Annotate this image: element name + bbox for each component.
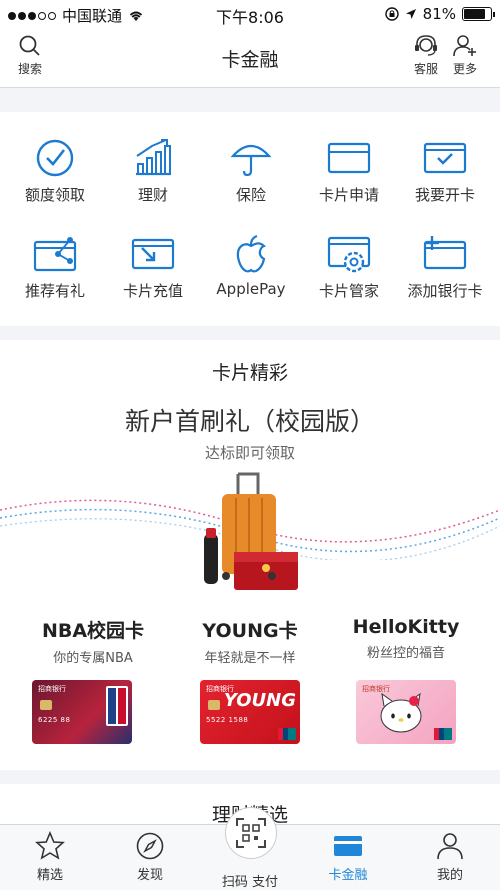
service-card-activate[interactable]: 我要开卡 [395,138,495,205]
card-arrow-icon [131,238,175,270]
card-desc: 年轻就是不一样 [204,651,296,666]
card-desc: 粉丝控的福音 [366,646,445,661]
nba-card-item[interactable]: NBA校园卡 你的专属NBA [13,616,173,666]
star-icon [35,831,65,860]
service-label: ApplePay [216,280,286,298]
card-icon [334,836,362,856]
nba-card-image[interactable]: 招商银行 6225 88 [32,680,132,744]
rotation-lock-icon [384,7,399,21]
battery-percent: 81% [422,5,456,23]
bank-logo-text: 招商银行 [38,685,66,693]
tab-label: 我的 [436,868,463,883]
tab-label: 发现 [136,868,163,883]
service-label: 理财 [137,186,168,204]
scan-icon [236,818,266,848]
service-quota-claim[interactable]: 额度领取 [5,138,105,205]
card-icon [327,142,371,174]
tab-discover[interactable]: 发现 [110,831,190,883]
service-label: 我要开卡 [414,186,475,204]
services-grid: 额度领取 理财 保险 卡片申请 我要开卡 推荐有礼 卡片充值 ApplePay … [0,112,500,326]
service-wealth[interactable]: 理财 [103,138,203,205]
promo-subline: 达标即可领取 [204,444,295,462]
card-number: 6225 88 [38,716,71,724]
unionpay-icon [278,728,296,740]
person-icon [437,833,463,860]
service-label: 添加银行卡 [407,282,483,300]
card-name: YOUNG卡 [202,620,298,642]
card-gear-icon [327,236,371,273]
service-label: 推荐有礼 [24,282,85,300]
service-card-recharge[interactable]: 卡片充值 [103,234,203,301]
promo-headline[interactable]: 新户首刷礼（校园版） [0,402,500,438]
add-person-icon [453,35,476,57]
service-card-manager[interactable]: 卡片管家 [299,234,399,301]
card-chip [40,700,52,710]
card-plus-icon [423,236,467,270]
gift-suitcase-image [204,472,298,590]
tab-bar: 精选 发现 扫码 支付 卡金融 我的 [0,807,500,890]
tab-mine[interactable]: 我的 [410,831,490,883]
hellokitty-face-image [380,692,422,733]
status-bar: 中国联通 下午8:06 81% [0,0,500,28]
compass-icon [136,832,164,860]
card-name: HelloKitty [352,616,460,638]
bar-chart-icon [136,139,171,176]
nba-logo [106,686,128,726]
battery-icon [462,7,495,21]
section-title: 卡片精彩 [211,362,288,384]
card-desc: 你的专属NBA [53,651,133,666]
navigation-bar: 搜索 卡金融 客服 更多 [0,28,500,88]
tab-label: 卡金融 [328,868,368,883]
umbrella-icon [230,144,272,177]
tab-label: 扫码 支付 [221,875,279,890]
service-label: 卡片充值 [122,282,183,300]
apple-icon [236,234,267,273]
hellokitty-card-item[interactable]: HelloKitty 粉丝控的福音 [326,616,486,661]
card-check-icon [423,142,467,174]
tab-featured[interactable]: 精选 [10,831,90,883]
service-insurance[interactable]: 保险 [201,138,301,205]
young-card-image[interactable]: 招商银行 YOUNG 5522 1588 [200,680,300,744]
card-share-icon [33,237,77,272]
card-chip [208,700,220,710]
location-arrow-icon [405,9,416,19]
headset-icon [415,35,437,56]
service-add-bank-card[interactable]: 添加银行卡 [395,234,495,301]
tab-card-finance[interactable]: 卡金融 [308,831,388,883]
young-card-item[interactable]: YOUNG卡 年轻就是不一样 [170,616,330,666]
service-label: 额度领取 [24,186,85,204]
check-circle-icon [36,139,74,177]
hellokitty-card-image[interactable]: 招商银行 [356,680,456,744]
service-label: 客服 [413,62,438,76]
service-referral[interactable]: 推荐有礼 [5,234,105,301]
service-label: 保险 [235,186,266,204]
tab-label: 精选 [36,868,63,883]
promo-section: 卡片精彩 新户首刷礼（校园版） 达标即可领取 NBA校园卡 你的专属NBA 招商… [0,340,500,770]
young-card-logo: YOUNG [223,690,296,711]
card-name: NBA校园卡 [41,620,145,642]
unionpay-icon [434,728,452,740]
service-applepay[interactable]: ApplePay [201,234,301,298]
card-number: 5522 1588 [206,716,249,724]
more-label: 更多 [452,62,477,76]
scan-pay-button[interactable] [225,807,277,859]
more-button[interactable]: 更多 [452,34,478,77]
customer-service-button[interactable]: 客服 [412,34,440,77]
service-card-apply[interactable]: 卡片申请 [299,138,399,205]
service-label: 卡片申请 [318,186,379,204]
service-label: 卡片管家 [318,282,379,300]
